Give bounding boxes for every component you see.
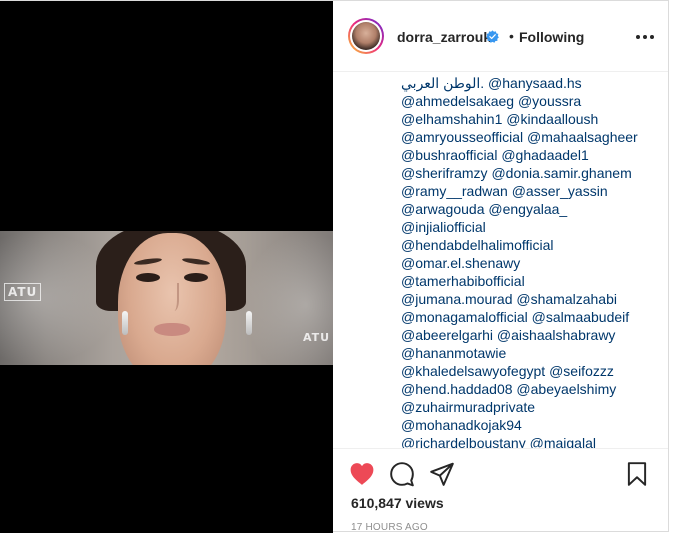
caption-line[interactable]: @mohanadkojak94	[401, 416, 522, 434]
video-frame[interactable]: ATU ATU	[0, 231, 333, 365]
separator-dot: •	[509, 28, 514, 44]
video-watermark-logo-small: ATU	[303, 331, 331, 344]
left-brow	[133, 257, 163, 266]
post-header: dorra_zarrouk • Following	[333, 1, 668, 72]
verified-badge-icon	[486, 30, 499, 43]
lips	[154, 323, 190, 336]
avatar-image	[352, 22, 380, 50]
caption-line[interactable]: @amryousseofficial @mahaalsagheer	[401, 128, 638, 146]
caption-line[interactable]: @elhamshahin1 @kindaalloush	[401, 110, 598, 128]
caption-line[interactable]: @zuhairmuradprivate	[401, 398, 535, 416]
caption-line[interactable]: @monagamalofficial @salmaabudeif	[401, 308, 629, 326]
avatar-story-ring[interactable]	[348, 18, 384, 54]
caption-area[interactable]: الوطن العربي. @hanysaad.hs @ahmedelsakae…	[333, 72, 668, 448]
avatar[interactable]	[350, 20, 382, 52]
caption-line[interactable]: @bushraofficial @ghadaadel1	[401, 146, 589, 164]
post-container: ATU ATU dorra_zarrouk • Following الوطن …	[0, 0, 669, 533]
more-options-icon[interactable]	[636, 35, 654, 39]
caption-line[interactable]: @khaledelsawyofegypt @seifozzz	[401, 362, 614, 380]
caption-line[interactable]: @hend.haddad08 @abeyaelshimy	[401, 380, 616, 398]
share-icon[interactable]	[429, 461, 455, 487]
caption-line[interactable]: @sheriframzy @donia.samir.ghanem	[401, 164, 632, 182]
username-link[interactable]: dorra_zarrouk	[397, 29, 491, 45]
right-earring	[246, 311, 252, 335]
left-earring	[122, 311, 128, 335]
video-watermark-logo: ATU	[4, 283, 42, 301]
bookmark-icon[interactable]	[624, 461, 650, 487]
views-count[interactable]: 610,847 views	[351, 495, 444, 511]
caption-line[interactable]: @richardelboustany @maigalal	[401, 434, 596, 448]
caption-line[interactable]: @tamerhabibofficial	[401, 272, 525, 290]
post-actions: 610,847 views 17 HOURS AGO	[333, 448, 668, 533]
left-eye	[136, 273, 160, 282]
comment-icon[interactable]	[389, 461, 415, 487]
nose	[167, 283, 179, 311]
caption-line[interactable]: @hendabdelhalimofficial	[401, 236, 554, 254]
right-brow	[181, 257, 211, 266]
following-button[interactable]: Following	[519, 29, 584, 45]
caption-line[interactable]: @ahmedelsakaeg @youssra	[401, 92, 581, 110]
heart-icon[interactable]	[349, 461, 375, 487]
caption-line[interactable]: @arwagouda @engyalaa_	[401, 200, 567, 218]
more-dot	[643, 35, 647, 39]
post-video[interactable]: ATU ATU	[0, 1, 333, 533]
caption-line[interactable]: @jumana.mourad @shamalzahabi	[401, 290, 617, 308]
more-dot	[636, 35, 640, 39]
right-eye	[184, 273, 208, 282]
veil-right	[243, 231, 333, 365]
more-dot	[650, 35, 654, 39]
caption-line[interactable]: @ramy__radwan @asser_yassin	[401, 182, 608, 200]
caption-line[interactable]: @hananmotawie	[401, 344, 506, 362]
caption-line[interactable]: @injialiofficial	[401, 218, 486, 236]
caption-line[interactable]: الوطن العربي. @hanysaad.hs	[401, 74, 582, 92]
caption-line[interactable]: @omar.el.shenawy	[401, 254, 520, 272]
face	[118, 233, 226, 365]
caption-line[interactable]: @abeerelgarhi @aishaalshabrawy	[401, 326, 615, 344]
post-timestamp[interactable]: 17 HOURS AGO	[351, 522, 428, 533]
